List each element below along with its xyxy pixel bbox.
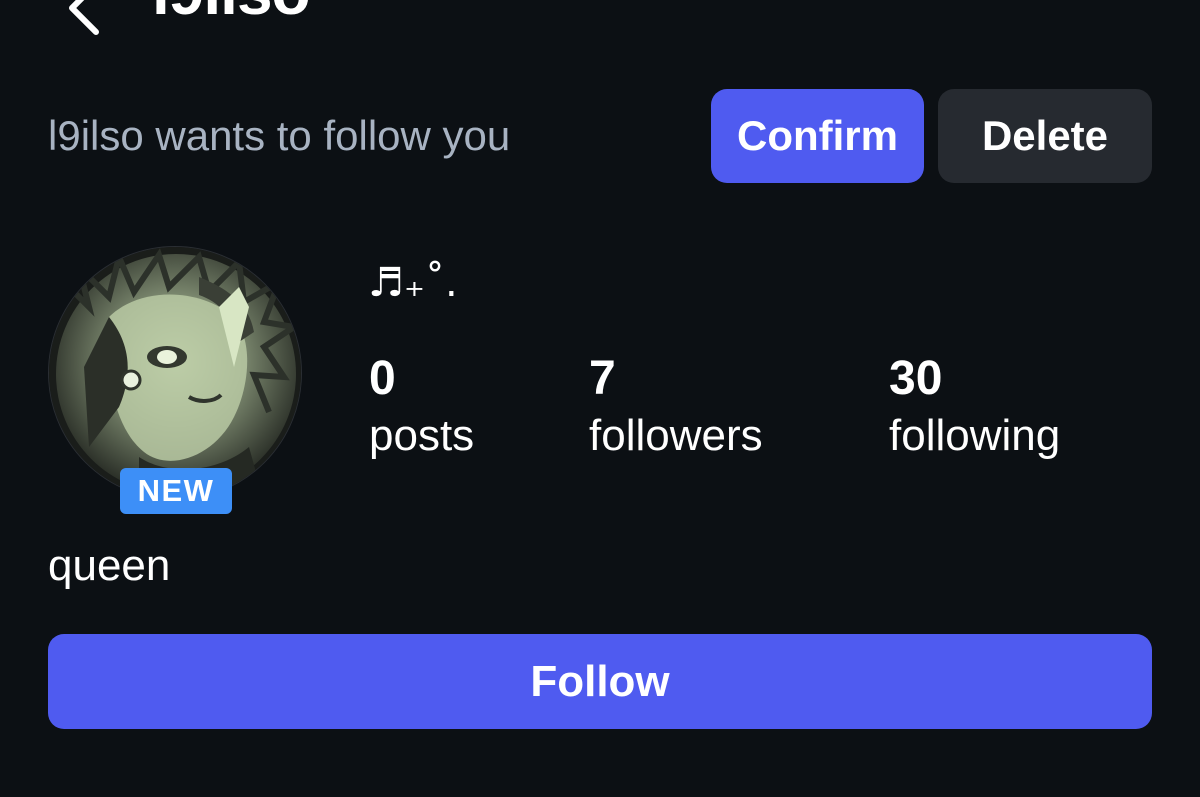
stat-following[interactable]: 30 following: [889, 350, 1060, 464]
posts-count: 0: [369, 352, 396, 405]
page-title: l9ilso: [152, 0, 311, 32]
posts-label: posts: [369, 411, 475, 460]
stat-posts[interactable]: 0 posts: [369, 350, 474, 464]
confirm-button[interactable]: Confirm: [711, 89, 924, 183]
stat-followers[interactable]: 7 followers: [589, 350, 763, 464]
bio-text: ♬₊˚.: [368, 260, 458, 306]
avatar[interactable]: [48, 246, 302, 500]
chevron-left-icon: [69, 0, 99, 35]
follow-button[interactable]: Follow: [48, 634, 1152, 729]
back-button[interactable]: [56, 0, 116, 38]
following-label: following: [889, 411, 1061, 460]
follow-request-text: l9ilso wants to follow you: [48, 112, 511, 159]
profile-page: l9ilso l9ilso wants to follow you Confir…: [0, 0, 1200, 797]
avatar-image: [49, 247, 301, 499]
follow-request-row: l9ilso wants to follow you Confirm Delet…: [0, 88, 1200, 184]
following-count: 30: [889, 352, 943, 405]
top-bar: l9ilso: [0, 0, 1200, 35]
avatar-container: NEW: [48, 246, 304, 514]
new-badge: NEW: [120, 468, 232, 514]
display-name: queen: [48, 541, 171, 590]
followers-label: followers: [589, 411, 763, 460]
followers-count: 7: [589, 352, 616, 405]
delete-button[interactable]: Delete: [938, 89, 1152, 183]
